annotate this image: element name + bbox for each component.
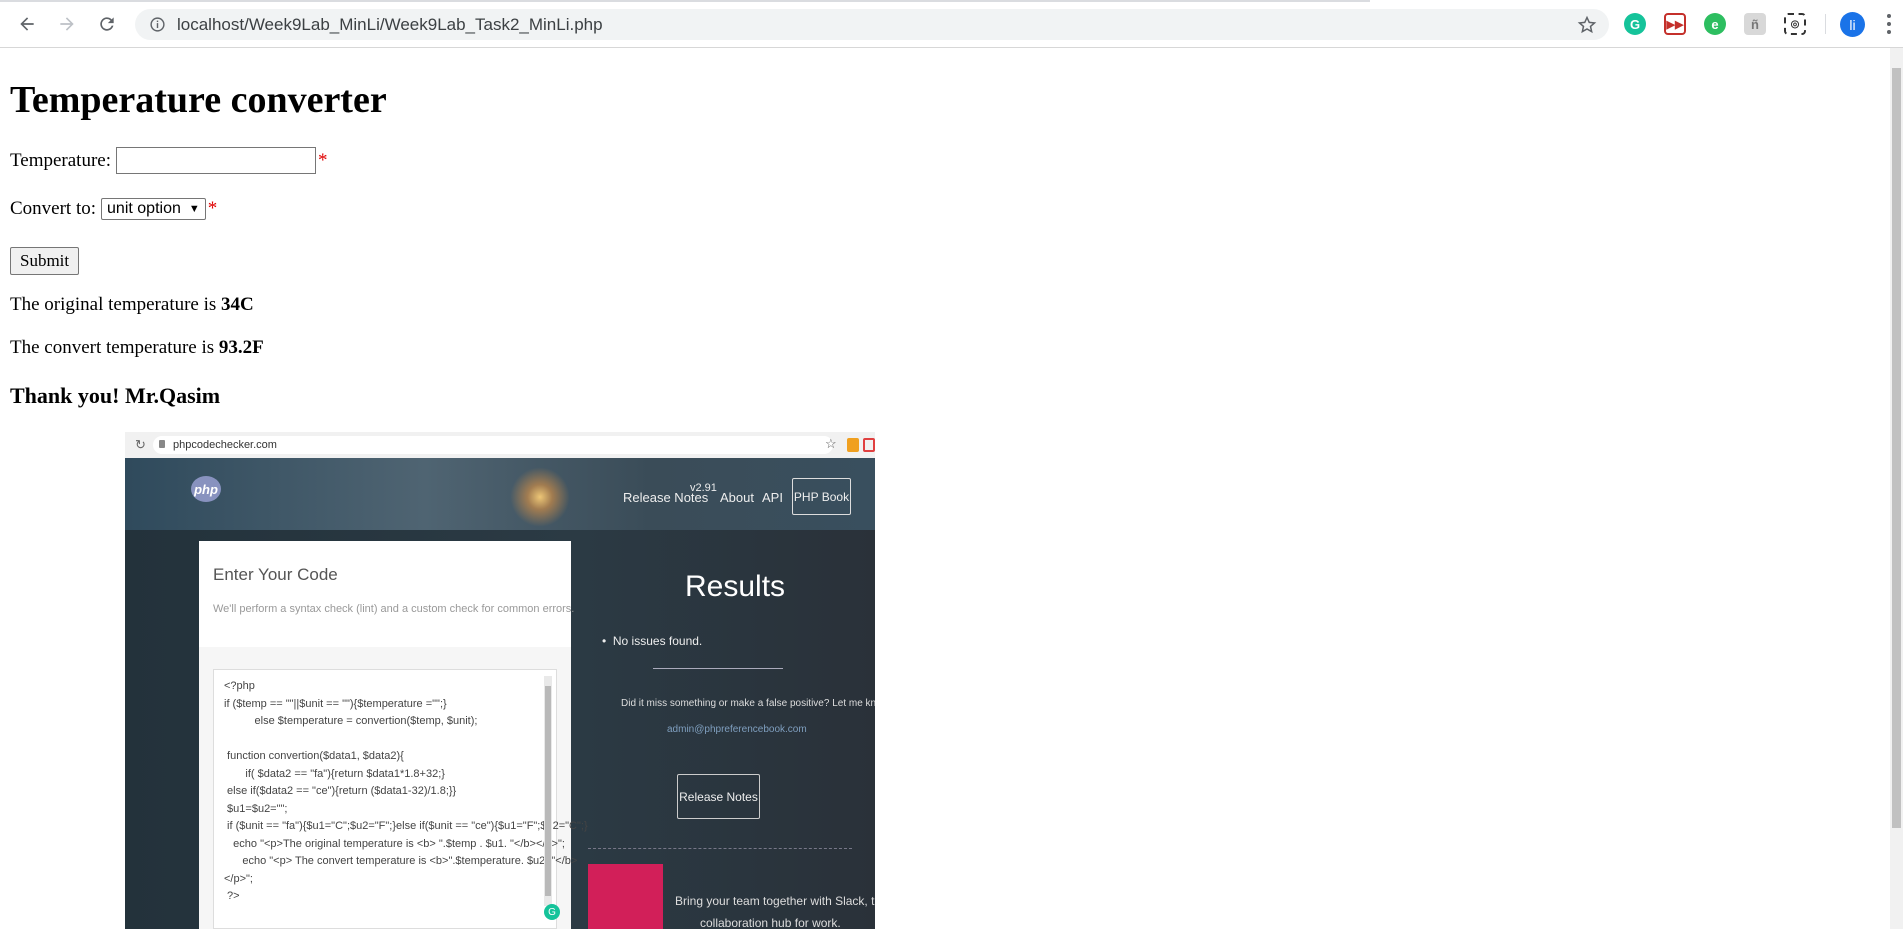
convert-temperature-text: The convert temperature is 93.2F xyxy=(10,337,264,359)
embedded-ad-text-line1: Bring your team together with Slack, the xyxy=(675,894,875,908)
forward-button[interactable] xyxy=(55,12,79,36)
submit-button[interactable]: Submit xyxy=(10,247,80,275)
convert-prefix: The convert temperature is xyxy=(10,337,219,358)
temperature-input[interactable] xyxy=(116,147,317,174)
unit-select[interactable]: unit option ▼ xyxy=(101,198,206,220)
embedded-dashed-divider xyxy=(588,848,852,849)
convert-row: Convert to: unit option ▼ * xyxy=(10,198,217,220)
embedded-code-line: ?> xyxy=(224,890,240,902)
embedded-divider xyxy=(653,668,783,669)
embedded-panel-subtitle: We'll perform a syntax check (lint) and … xyxy=(213,603,575,615)
embedded-star-icon: ☆ xyxy=(825,436,837,451)
page-scrollbar-thumb[interactable] xyxy=(1892,68,1901,828)
embedded-nav-about: About xyxy=(720,490,754,505)
embedded-ad-text-line2: collaboration hub for work. xyxy=(700,916,841,929)
grammarly-icon[interactable]: G xyxy=(1624,13,1646,35)
page-content: Temperature converter Temperature: * Con… xyxy=(0,48,1890,929)
required-mark: * xyxy=(207,198,218,219)
video-extension-icon[interactable]: ▶▶ xyxy=(1664,13,1686,35)
browser-toolbar: localhost/Week9Lab_MinLi/Week9Lab_Task2_… xyxy=(0,0,1903,48)
embedded-version: v2.91 xyxy=(690,482,717,494)
screenshot-extension-icon[interactable]: ◎ xyxy=(1784,13,1806,35)
page-title: Temperature converter xyxy=(10,79,387,121)
embedded-release-notes-button: Release Notes xyxy=(677,774,760,819)
embedded-nav-api: API xyxy=(762,490,783,505)
arrow-left-icon xyxy=(20,17,34,31)
embedded-code-line: else if($data2 == "ce"){return ($data1-3… xyxy=(224,785,457,797)
url-text[interactable]: localhost/Week9Lab_MinLi/Week9Lab_Task2_… xyxy=(177,15,603,35)
unit-select-value: unit option xyxy=(107,200,181,217)
sparkler-glow xyxy=(505,462,575,532)
embedded-code-line: if( $data2 == "fa"){return $data1*1.8+32… xyxy=(224,767,445,780)
embedded-slack-ad-image xyxy=(588,864,663,929)
convert-label: Convert to: xyxy=(10,198,97,219)
required-mark: * xyxy=(318,149,328,171)
embedded-address: phpcodechecker.com xyxy=(153,436,833,454)
dropdown-arrow-icon: ▼ xyxy=(188,203,200,215)
php-logo: php xyxy=(191,476,221,502)
embedded-code-line: echo "<p>The original temperature is <b>… xyxy=(224,837,565,850)
embedded-code-line: $u1=$u2=""; xyxy=(224,802,288,815)
temperature-label: Temperature: xyxy=(10,149,112,171)
profile-avatar[interactable]: li xyxy=(1840,12,1865,37)
embedded-code-line: function convertion($data1, $data2){ xyxy=(224,750,404,762)
embedded-browser-bar: ↻ phpcodechecker.com ☆ xyxy=(125,432,875,458)
original-temperature-text: The original temperature is 34C xyxy=(10,294,254,316)
embedded-extension-icon xyxy=(847,438,859,452)
reload-button[interactable] xyxy=(95,12,119,36)
info-icon[interactable] xyxy=(149,16,166,33)
menu-kebab-icon[interactable] xyxy=(1886,14,1892,34)
reload-icon xyxy=(100,17,114,31)
temperature-row: Temperature: * xyxy=(10,147,328,174)
embedded-email-link: admin@phpreferencebook.com xyxy=(667,724,807,735)
toolbar-separator xyxy=(1825,14,1826,34)
embedded-screenshot-image: ↻ phpcodechecker.com ☆ php Release Notes… xyxy=(125,432,875,929)
bookmark-star-icon[interactable] xyxy=(1577,15,1597,35)
embedded-code-panel: Enter Your Code We'll perform a syntax c… xyxy=(199,541,588,929)
embedded-code-line: echo "<p> The convert temperature is <b>… xyxy=(224,855,578,867)
embedded-code-line: if ($unit == "fa"){$u1="C";$u2="F";}else… xyxy=(224,820,588,832)
address-bar[interactable]: localhost/Week9Lab_MinLi/Week9Lab_Task2_… xyxy=(135,9,1609,40)
embedded-results-title: Results xyxy=(685,570,786,603)
embedded-code-line: else $temperature = convertion($temp, $u… xyxy=(224,715,478,727)
evernote-icon[interactable]: e xyxy=(1704,13,1726,35)
embedded-code-editor: <?php if ($temp == ""||$unit == ""){$temp… xyxy=(213,669,588,929)
text-extension-icon[interactable]: ñ xyxy=(1744,13,1766,35)
original-value: 34C xyxy=(221,294,254,315)
arrow-right-icon xyxy=(60,17,74,31)
embedded-grammarly-badge-icon: G xyxy=(544,904,560,920)
embedded-lock-icon xyxy=(159,440,165,448)
embedded-results-item: • No issues found. xyxy=(602,634,703,648)
back-button[interactable] xyxy=(15,12,39,36)
thanks-heading: Thank you! Mr.Qasim xyxy=(10,383,221,408)
embedded-code-line xyxy=(224,731,588,749)
embedded-php-book-button: PHP Book xyxy=(792,478,851,515)
original-prefix: The original temperature is xyxy=(10,294,222,315)
embedded-panel-title: Enter Your Code xyxy=(213,565,338,584)
embedded-editor-scrollbar xyxy=(544,676,552,906)
convert-value: 93.2F xyxy=(218,337,264,358)
embedded-extension-icon xyxy=(863,438,875,452)
embedded-code-text: <?php if ($temp == ""||$unit == ""){$temp… xyxy=(224,678,588,906)
embedded-feedback-text: Did it miss something or make a false po… xyxy=(621,698,875,709)
embedded-panel-header: Enter Your Code We'll perform a syntax c… xyxy=(199,541,575,647)
embedded-code-line: <?php xyxy=(224,680,255,692)
page-scrollbar[interactable] xyxy=(1890,48,1903,929)
embedded-reload-icon: ↻ xyxy=(135,437,146,452)
embedded-code-line: if ($temp == ""||$unit == ""){$temperatu… xyxy=(224,697,447,710)
tab-strip-edge xyxy=(0,0,1370,2)
embedded-code-line: </p>"; xyxy=(224,872,253,885)
